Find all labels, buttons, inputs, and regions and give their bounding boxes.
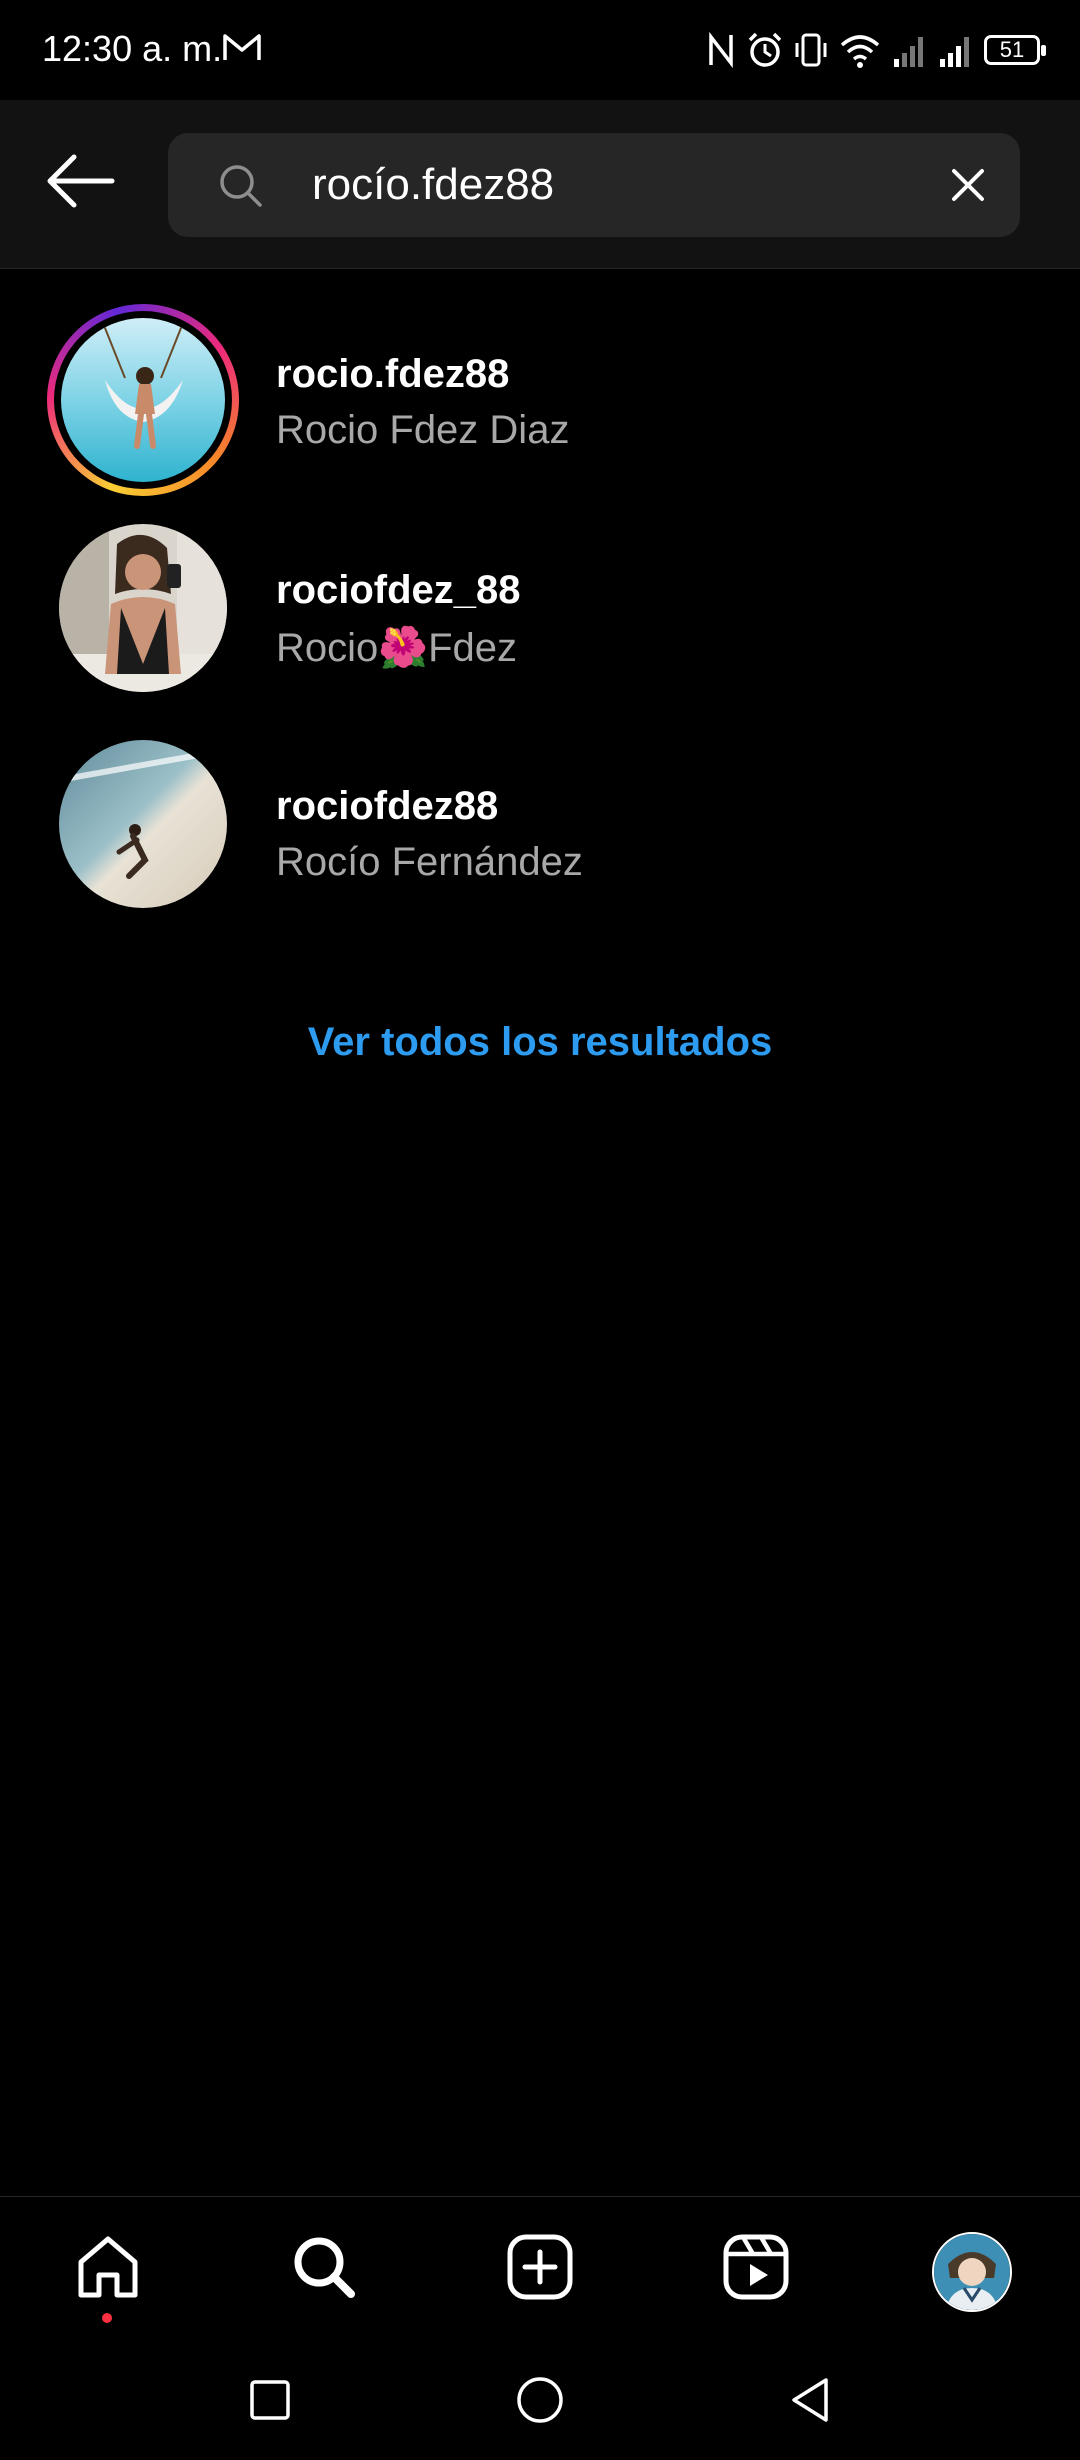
notification-dot: [102, 2313, 112, 2323]
status-time: 12:30 a. m.: [42, 28, 223, 69]
back-button[interactable]: [44, 152, 124, 222]
clear-search-button[interactable]: [946, 163, 990, 207]
home-circle-icon: [517, 2377, 563, 2423]
back-nav-button[interactable]: [780, 2370, 840, 2430]
recents-square-icon: [250, 2380, 290, 2420]
result-username: rociofdez88: [276, 784, 499, 828]
result-fullname: Rocio Fdez Diaz: [276, 408, 570, 452]
signal-icon: [892, 31, 928, 69]
nfc-icon: [706, 31, 736, 69]
avatar[interactable]: [59, 740, 227, 908]
result-username: rocio.fdez88: [276, 352, 510, 396]
system-nav: [0, 2340, 1080, 2460]
story-ring[interactable]: [47, 304, 239, 496]
alarm-icon: [746, 31, 784, 69]
wifi-icon: [838, 31, 882, 69]
status-bar: 12:30 a. m. 51: [0, 0, 1080, 100]
search-input[interactable]: [312, 133, 902, 237]
avatar: [61, 318, 225, 482]
search-result-row[interactable]: rociofdez_88 Rocio🌺Fdez: [0, 484, 1080, 700]
result-username: rociofdez_88: [276, 568, 521, 612]
create-icon: [507, 2234, 573, 2300]
search-result-row[interactable]: rociofdez88 Rocío Fernández: [0, 700, 1080, 916]
close-icon: [952, 169, 984, 201]
avatar[interactable]: [59, 524, 227, 692]
nav-search[interactable]: [284, 2227, 364, 2307]
battery-icon: 51: [984, 35, 1046, 65]
signal-icon: [938, 31, 974, 69]
search-box[interactable]: [168, 133, 1020, 237]
home-icon: [78, 2236, 138, 2298]
back-triangle-icon: [792, 2378, 828, 2422]
vibrate-icon: [794, 31, 828, 69]
home-button[interactable]: [510, 2370, 570, 2430]
bottom-nav: [0, 2196, 1080, 2341]
reels-icon: [723, 2234, 789, 2300]
see-all-results-link[interactable]: Ver todos los resultados: [0, 1020, 1080, 1065]
result-fullname: Rocio🌺Fdez: [276, 626, 517, 670]
recents-button[interactable]: [240, 2370, 300, 2430]
search-icon: [294, 2237, 355, 2298]
nav-profile-avatar[interactable]: [932, 2232, 1012, 2312]
search-icon: [216, 161, 266, 211]
nav-home[interactable]: [68, 2227, 148, 2307]
search-result-row[interactable]: rocio.fdez88 Rocio Fdez Diaz: [0, 268, 1080, 496]
gmail-icon: [222, 30, 262, 66]
nav-create[interactable]: [500, 2227, 580, 2307]
search-header: [0, 100, 1080, 269]
result-fullname: Rocío Fernández: [276, 840, 583, 884]
nav-reels[interactable]: [716, 2227, 796, 2307]
status-icons: 51: [706, 26, 1046, 74]
arrow-left-icon: [47, 154, 115, 208]
